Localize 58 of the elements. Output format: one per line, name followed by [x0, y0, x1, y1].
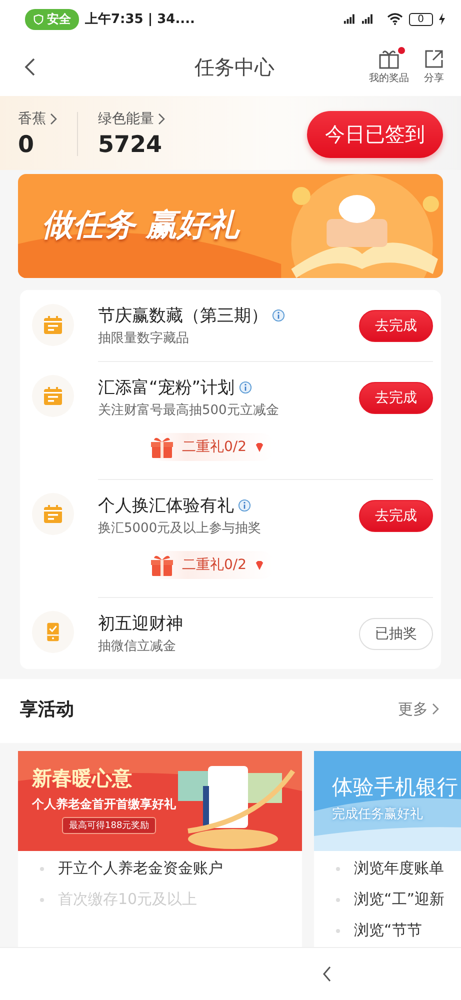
wifi-icon [386, 13, 403, 25]
security-badge: 安全 [25, 8, 79, 30]
card-step: 浏览年度账单 [354, 859, 444, 878]
task-button[interactable]: 去完成 [359, 310, 433, 342]
back-icon[interactable] [322, 966, 332, 982]
info-icon[interactable] [238, 499, 251, 512]
task-description: 抽限量数字藏品 [98, 330, 190, 347]
battery-indicator: 0 [408, 12, 433, 26]
task-button[interactable]: 去完成 [359, 500, 433, 532]
diamond-icon [254, 442, 264, 452]
activity-card[interactable]: 体验手机银行 完成任务赢好礼 浏览年度账单 浏览“工”迎新 浏览“节节 [314, 751, 461, 947]
card-tagline: 个人养老金首开首缴享好礼 [32, 796, 176, 813]
gift-box-icon [150, 553, 174, 577]
card-step: 浏览“节节 [354, 921, 422, 940]
card-tagline: 完成任务赢好礼 [332, 806, 424, 823]
bonus-progress-text: 二重礼0/2 [182, 438, 247, 456]
calendar-icon [43, 386, 63, 406]
gift-icon [378, 49, 400, 69]
bonus-progress-text: 二重礼0/2 [182, 556, 247, 574]
header-action[interactable]: 我的奖品 [369, 49, 409, 85]
shield-icon [33, 14, 44, 24]
share-icon [423, 49, 445, 69]
chevron-icon [157, 113, 165, 125]
info-icon[interactable] [272, 309, 285, 322]
gift-box-icon [150, 435, 174, 459]
reward-tag: 最高可得188元奖励 [62, 817, 156, 834]
info-icon[interactable] [238, 381, 252, 394]
task-button[interactable]: 去完成 [359, 382, 433, 414]
task-title: 汇添富“宠粉”计划 [98, 377, 235, 399]
back-icon[interactable] [24, 57, 36, 77]
page-title: 任务中心 [194, 54, 274, 80]
task-description: 换汇5000元及以上参与抽奖 [98, 520, 262, 537]
task-description: 关注财富号最高抽500元立减金 [98, 402, 280, 419]
stat-value: 0 [18, 132, 36, 158]
more-link[interactable]: 更多 [398, 700, 428, 718]
stat-label[interactable]: 绿色能量 [98, 110, 154, 128]
chevron-icon [431, 703, 439, 715]
checkin-button[interactable]: 今日已签到 [307, 110, 443, 158]
task-button[interactable]: 已抽奖 [359, 618, 433, 650]
task-title: 初五迎财神 [98, 613, 183, 635]
card-headline: 新春暖心意 [32, 765, 132, 792]
calendar-icon [43, 504, 63, 524]
diamond-icon [254, 560, 264, 570]
header-action[interactable]: 分享 [423, 49, 445, 85]
task-description: 抽微信立减金 [98, 638, 177, 655]
section-title: 享活动 [20, 698, 74, 721]
card-headline: 体验手机银行 [332, 774, 459, 801]
chevron-icon [49, 113, 57, 125]
stat-value: 5724 [98, 132, 164, 158]
card-step: 浏览“工”迎新 [354, 890, 445, 909]
card-step: 开立个人养老金资金账户 [58, 859, 223, 878]
status-time: 上午7:35 | 34.... [85, 11, 195, 28]
stat-label[interactable]: 香蕉 [18, 110, 46, 128]
task-title: 节庆赢数藏（第三期） [98, 305, 268, 327]
calendar-icon [43, 315, 63, 335]
banner-title: 做任务 赢好礼 [42, 206, 239, 245]
task-title: 个人换汇体验有礼 [98, 495, 234, 517]
charging-icon [439, 13, 445, 25]
